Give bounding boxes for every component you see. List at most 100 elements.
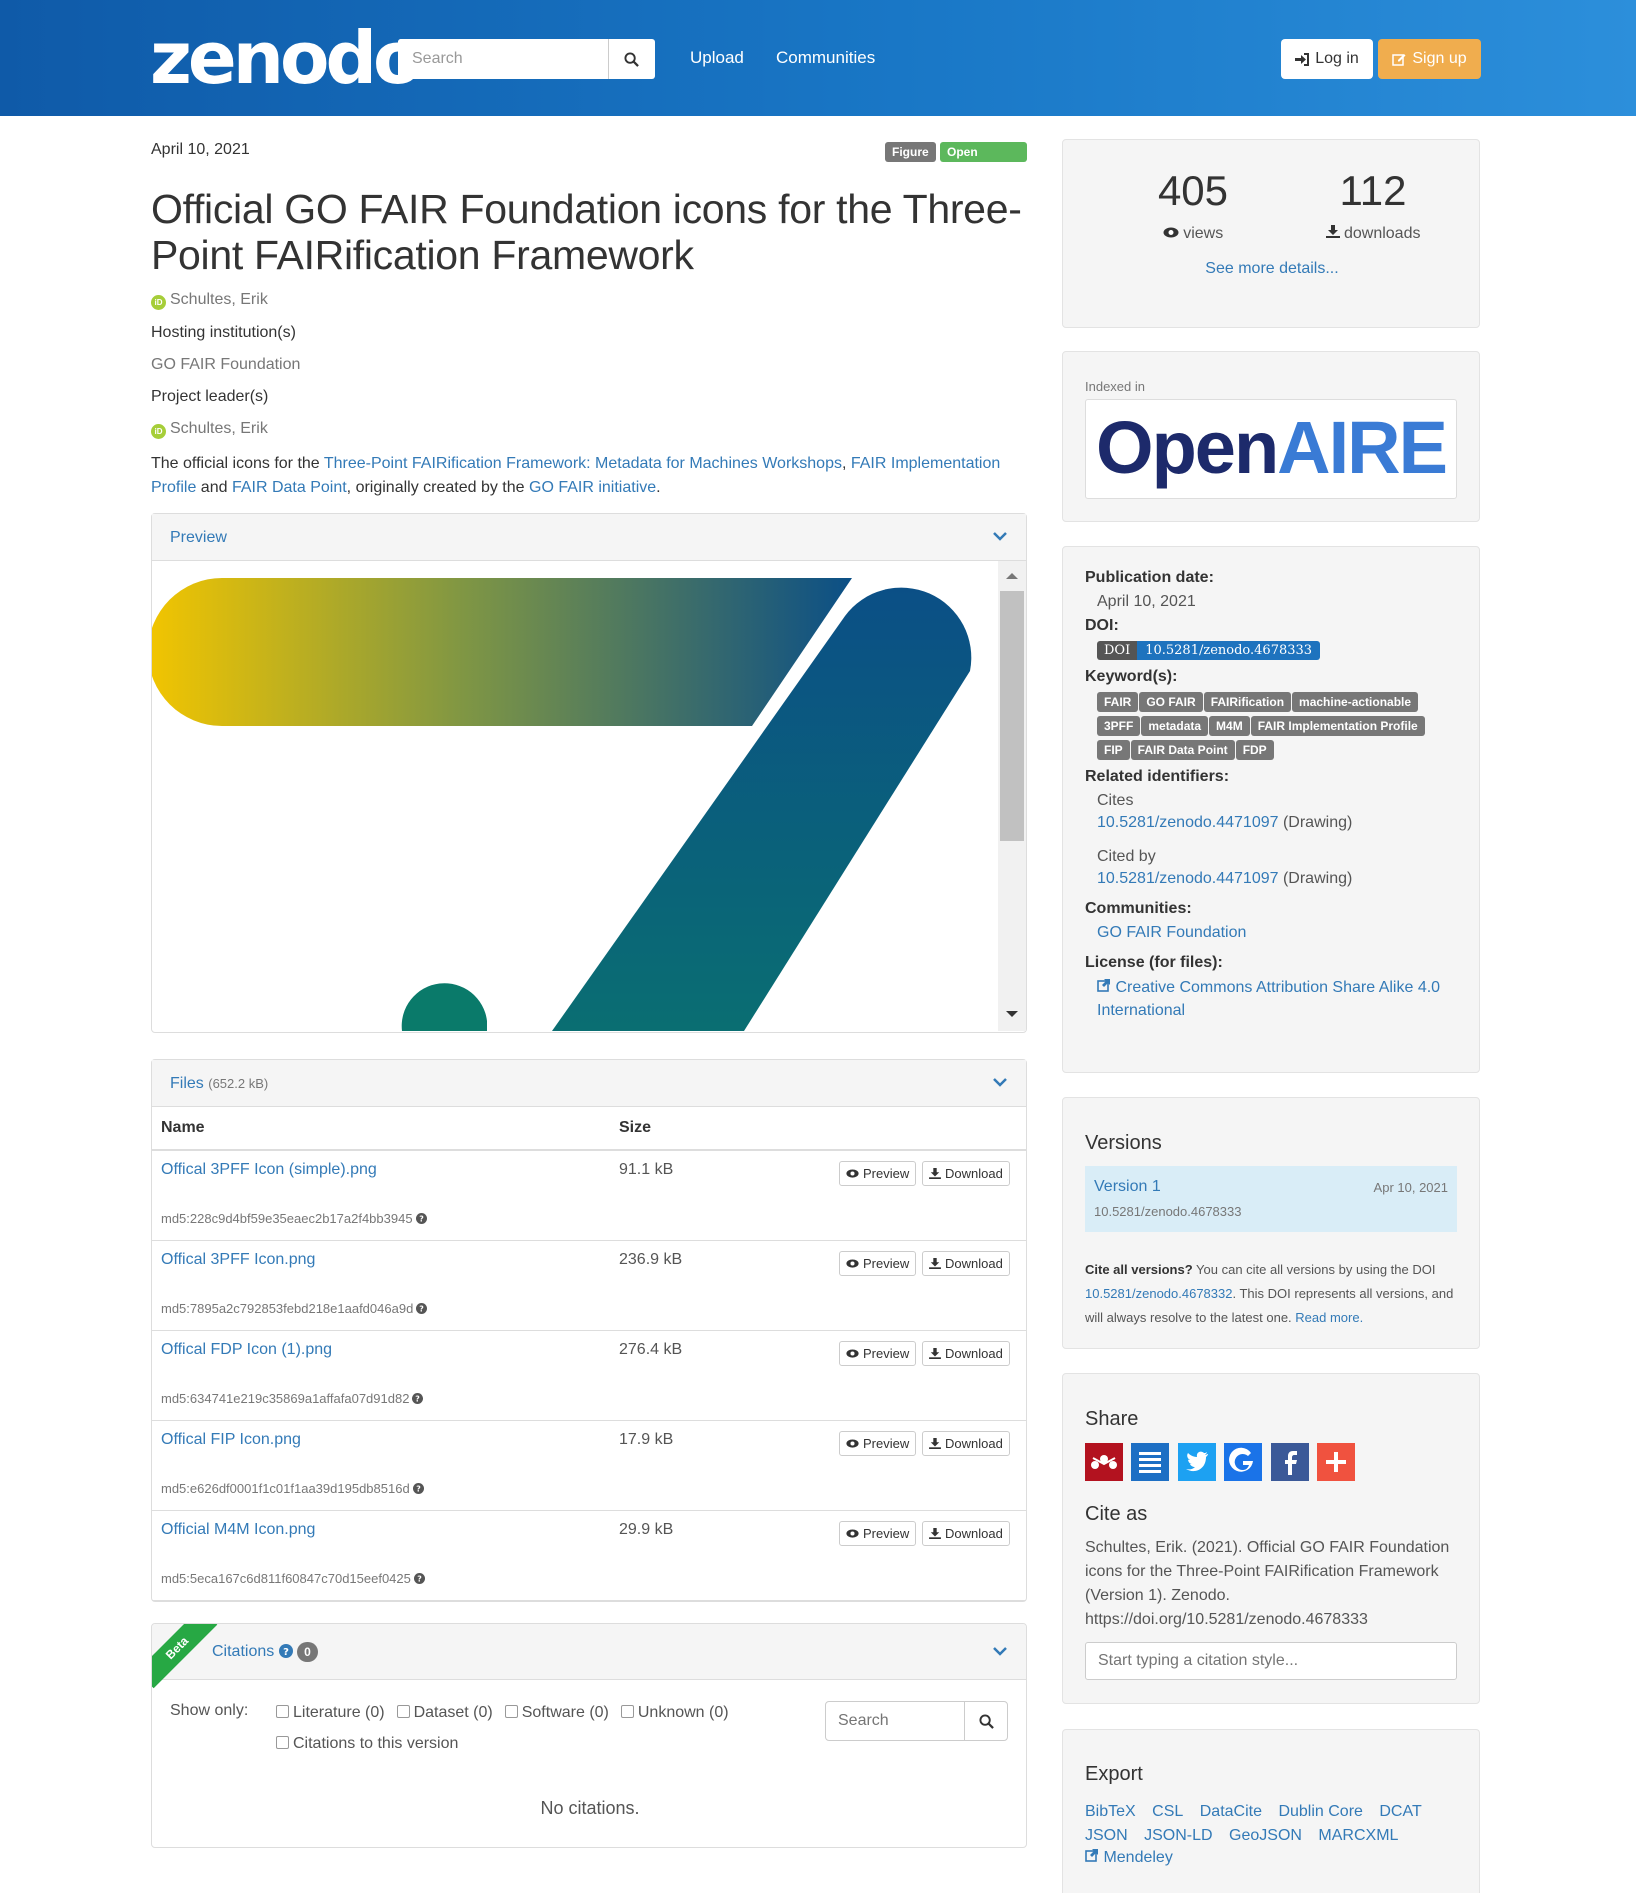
scroll-down-icon[interactable] xyxy=(998,1007,1026,1021)
question-icon[interactable]: ? xyxy=(416,1303,428,1314)
nav-upload-link[interactable]: Upload xyxy=(690,48,744,68)
orcid-icon[interactable]: iD xyxy=(151,424,166,439)
file-preview-button[interactable]: Preview xyxy=(839,1431,917,1456)
list-icon[interactable] xyxy=(1131,1443,1170,1481)
scroll-up-icon[interactable] xyxy=(998,569,1026,583)
keyword-badge[interactable]: machine-actionable xyxy=(1292,692,1419,712)
see-more-details-link[interactable]: See more details... xyxy=(1063,260,1481,278)
export-format-link[interactable]: JSON xyxy=(1085,1827,1128,1844)
signup-button[interactable]: Sign up xyxy=(1378,39,1481,79)
citation-search-input[interactable] xyxy=(826,1702,964,1740)
search-button[interactable] xyxy=(608,39,654,79)
keyword-badge[interactable]: FAIR xyxy=(1097,692,1139,712)
files-table-body: Offical 3PFF Icon (simple).png 91.1 kB Pre… xyxy=(152,1151,1026,1601)
license-link[interactable]: Creative Commons Attribution Share Alike… xyxy=(1097,979,1440,1019)
link-3pff[interactable]: Three-Point FAIRification Framework: Met… xyxy=(324,455,842,472)
export-format-link[interactable]: CSL xyxy=(1152,1803,1183,1820)
keyword-badge[interactable]: FAIR Data Point xyxy=(1130,740,1235,760)
file-name-link[interactable]: Offical FDP Icon (1).png xyxy=(161,1341,332,1359)
chevron-down-icon[interactable] xyxy=(992,1643,1008,1659)
doi-badge[interactable]: DOI 10.5281/zenodo.4678333 xyxy=(1097,641,1321,660)
file-preview-button[interactable]: Preview xyxy=(839,1341,917,1366)
openaire-logo[interactable]: OpenAIRE xyxy=(1085,399,1457,499)
file-name-link[interactable]: Offical 3PFF Icon (simple).png xyxy=(161,1161,377,1179)
community-link[interactable]: GO FAIR Foundation xyxy=(1097,924,1457,942)
twitter-icon[interactable] xyxy=(1177,1443,1216,1481)
scroll-thumb[interactable] xyxy=(1000,591,1024,841)
version-link[interactable]: Version 1 xyxy=(1094,1178,1161,1196)
google-icon[interactable] xyxy=(1224,1443,1263,1481)
file-name-link[interactable]: Offical 3PFF Icon.png xyxy=(161,1251,315,1269)
facebook-icon[interactable] xyxy=(1270,1443,1309,1481)
question-icon[interactable]: ? xyxy=(278,1644,293,1658)
export-format-link[interactable]: DataCite xyxy=(1200,1803,1262,1820)
concept-doi-link[interactable]: 10.5281/zenodo.4678332 xyxy=(1085,1286,1232,1301)
file-download-button[interactable]: Download xyxy=(922,1341,1010,1366)
cites-link[interactable]: 10.5281/zenodo.4471097 xyxy=(1097,814,1279,831)
show-only-label: Show only: xyxy=(170,1702,249,1719)
keyword-badge[interactable]: FAIR Implementation Profile xyxy=(1250,716,1425,736)
export-format-link[interactable]: JSON-LD xyxy=(1144,1827,1212,1844)
citation-filter[interactable]: Literature (0) xyxy=(276,1704,385,1721)
mendeley-icon[interactable] xyxy=(1085,1443,1123,1481)
question-icon[interactable]: ? xyxy=(415,1213,427,1224)
nav-communities-link[interactable]: Communities xyxy=(776,48,875,68)
version-row[interactable]: Version 1 Apr 10, 2021 10.5281/zenodo.46… xyxy=(1085,1166,1457,1232)
checkbox[interactable] xyxy=(620,1705,634,1718)
zenodo-logo[interactable]: zenodo xyxy=(150,18,422,98)
filter-this-version[interactable]: Citations to this version xyxy=(276,1735,458,1753)
link-fdp[interactable]: FAIR Data Point xyxy=(232,479,347,496)
export-format-link[interactable]: Dublin Core xyxy=(1278,1803,1362,1820)
files-panel-heading[interactable]: Files (652.2 kB) xyxy=(152,1060,1026,1107)
export-format-link[interactable]: DCAT xyxy=(1379,1803,1421,1820)
file-preview-button[interactable]: Preview xyxy=(839,1251,917,1276)
citations-panel-heading[interactable]: Citations ? 0 xyxy=(152,1624,1026,1680)
keyword-badge[interactable]: FDP xyxy=(1235,740,1274,760)
citation-filter[interactable]: Dataset (0) xyxy=(396,1704,493,1721)
file-preview-button[interactable]: Preview xyxy=(839,1521,917,1546)
checkbox[interactable] xyxy=(396,1705,410,1718)
login-button[interactable]: Log in xyxy=(1281,39,1373,79)
chevron-down-icon[interactable] xyxy=(992,1074,1008,1090)
question-icon[interactable]: ? xyxy=(412,1393,424,1404)
preview-scrollbar[interactable] xyxy=(998,561,1026,1031)
version-date: Apr 10, 2021 xyxy=(1373,1180,1448,1195)
orcid-icon[interactable]: iD xyxy=(151,295,166,310)
file-download-button[interactable]: Download xyxy=(922,1521,1010,1546)
read-more-link[interactable]: Read more. xyxy=(1295,1310,1363,1325)
link-go-fair[interactable]: GO FAIR initiative xyxy=(529,479,656,496)
keyword-badge[interactable]: GO FAIR xyxy=(1139,692,1203,712)
keyword-badge[interactable]: 3PFF xyxy=(1097,716,1141,736)
file-preview-button[interactable]: Preview xyxy=(839,1161,917,1186)
file-name-link[interactable]: Offical FIP Icon.png xyxy=(161,1431,301,1449)
keyword-badge[interactable]: FAIRification xyxy=(1203,692,1292,712)
file-download-button[interactable]: Download xyxy=(922,1161,1010,1186)
export-format-link[interactable]: GeoJSON xyxy=(1229,1827,1302,1844)
file-download-button[interactable]: Download xyxy=(922,1431,1010,1456)
citation-style-input[interactable] xyxy=(1085,1642,1457,1680)
file-download-button[interactable]: Download xyxy=(922,1251,1010,1276)
keyword-badge[interactable]: metadata xyxy=(1141,716,1209,736)
export-format-link[interactable]: MARCXML xyxy=(1318,1827,1398,1844)
citation-filter[interactable]: Unknown (0) xyxy=(620,1704,729,1721)
keyword-badge[interactable]: M4M xyxy=(1209,716,1250,736)
cited-by-link[interactable]: 10.5281/zenodo.4471097 xyxy=(1097,870,1279,887)
question-icon[interactable]: ? xyxy=(413,1573,425,1584)
plus-icon[interactable] xyxy=(1317,1443,1356,1481)
citation-search-button[interactable] xyxy=(964,1702,1007,1740)
mendeley-export-link[interactable]: Mendeley xyxy=(1103,1849,1172,1866)
checkbox[interactable] xyxy=(276,1736,289,1749)
file-name-link[interactable]: Official M4M Icon.png xyxy=(161,1521,315,1539)
svg-text:?: ? xyxy=(420,1305,425,1314)
checkbox[interactable] xyxy=(504,1705,518,1718)
keyword-badge[interactable]: FIP xyxy=(1097,740,1130,760)
question-icon[interactable]: ? xyxy=(412,1483,424,1494)
export-format-link[interactable]: BibTeX xyxy=(1085,1803,1136,1820)
checkbox[interactable] xyxy=(276,1705,289,1718)
search-input[interactable] xyxy=(398,39,608,79)
chevron-down-icon[interactable] xyxy=(992,528,1008,544)
preview-panel-heading[interactable]: Preview xyxy=(152,514,1026,561)
citation-filter[interactable]: Software (0) xyxy=(504,1704,609,1721)
cited-by-label: Cited by xyxy=(1097,848,1156,865)
files-panel: Files (652.2 kB) Name Size Offical 3PFF … xyxy=(151,1059,1027,1602)
